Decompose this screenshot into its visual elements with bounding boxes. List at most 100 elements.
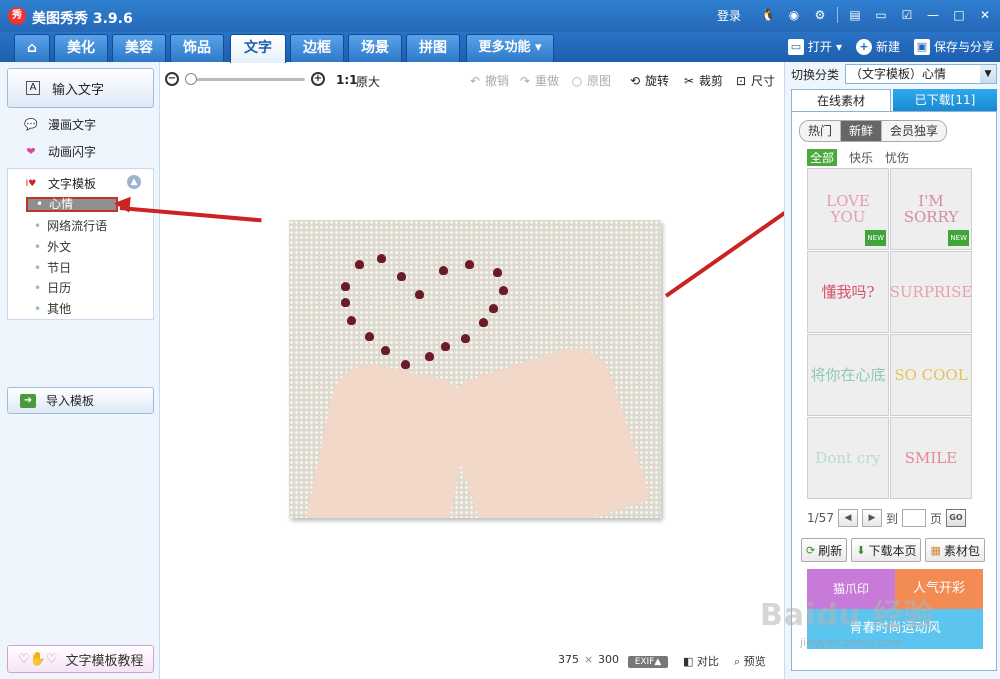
- ratio-label[interactable]: 1:1: [336, 73, 358, 87]
- preview-button[interactable]: ⌕ 预览: [734, 653, 766, 669]
- template-tile[interactable]: LOVE YOU NEW: [807, 168, 889, 250]
- prev-page-button[interactable]: ◀: [837, 509, 858, 527]
- template-item-foreign[interactable]: 外文: [34, 238, 71, 255]
- save-share-button[interactable]: ▣ 保存与分享: [913, 38, 994, 55]
- refresh-label: 刷新: [818, 543, 843, 558]
- message-icon[interactable]: ▭: [872, 6, 890, 24]
- template-tutorial-button[interactable]: ♡✋♡ 文字模板教程: [7, 645, 154, 673]
- crop-button[interactable]: ✂ 裁剪: [682, 72, 723, 89]
- weibo-icon[interactable]: ◉: [785, 6, 803, 24]
- material-actions: ⟳ 刷新 ⬇ 下载本页 ▦ 素材包: [801, 538, 985, 562]
- menu-manga-text[interactable]: 💬 漫画文字: [22, 116, 96, 133]
- chevron-down-icon: ▼: [980, 65, 996, 83]
- import-template-button[interactable]: ➜ 导入模板: [7, 387, 154, 414]
- download-icon: ⬇: [856, 543, 866, 557]
- template-item-other[interactable]: 其他: [34, 300, 71, 317]
- save-icon: ▣: [913, 38, 930, 55]
- rose-petal: [341, 298, 350, 307]
- pill-vip[interactable]: 会员独享: [882, 121, 947, 141]
- minimize-icon[interactable]: —: [924, 6, 942, 24]
- skin-icon[interactable]: ☑: [898, 6, 916, 24]
- image-canvas[interactable]: [160, 96, 784, 679]
- app-logo-icon: 秀: [8, 7, 26, 25]
- filter-happy[interactable]: 快乐: [849, 149, 873, 166]
- new-button[interactable]: + 新建: [855, 38, 900, 55]
- go-button[interactable]: GO: [945, 509, 966, 527]
- resize-button[interactable]: ⊡ 尺寸: [734, 72, 775, 89]
- open-button[interactable]: ▭ 打开 ▾: [787, 38, 842, 55]
- speech-bubble-icon: 💬: [24, 118, 38, 131]
- tab-home[interactable]: ⌂: [14, 34, 50, 62]
- refresh-icon: ⟳: [806, 543, 816, 557]
- save-share-label: 保存与分享: [933, 40, 994, 54]
- close-icon[interactable]: ✕: [976, 6, 994, 24]
- tab-downloaded[interactable]: 已下载[11]: [893, 89, 997, 111]
- template-tile[interactable]: SO COOL: [890, 334, 972, 416]
- category-select-value: （文字模板）心情: [850, 67, 947, 81]
- compare-button[interactable]: ◧ 对比: [683, 653, 719, 669]
- tab-online-material[interactable]: 在线素材: [791, 89, 891, 111]
- titlebar-controls: 登录 🐧 ◉ ⚙ ▤ ▭ ☑ — □ ✕: [717, 6, 994, 24]
- tab-beautify[interactable]: 美化: [54, 34, 108, 62]
- rose-petal: [365, 332, 374, 341]
- tile-text: 懂我吗?: [821, 283, 875, 301]
- template-tile[interactable]: I'M SORRY NEW: [890, 168, 972, 250]
- template-tile[interactable]: Dont cry: [807, 417, 889, 499]
- template-tile[interactable]: 将你在心底: [807, 334, 889, 416]
- pill-hot[interactable]: 热门: [800, 121, 842, 141]
- template-item-calendar[interactable]: 日历: [34, 279, 71, 296]
- divider: [837, 7, 838, 23]
- tab-scene[interactable]: 场景: [348, 34, 402, 62]
- template-tile[interactable]: 懂我吗?: [807, 251, 889, 333]
- zoom-in-icon[interactable]: +: [311, 72, 325, 86]
- exif-button[interactable]: EXIF▲: [628, 656, 668, 668]
- page-number-input[interactable]: [901, 509, 926, 527]
- rose-petal: [499, 286, 508, 295]
- input-text-button[interactable]: A 输入文字: [7, 68, 154, 108]
- download-page-button[interactable]: ⬇ 下载本页: [851, 538, 922, 562]
- qq-icon[interactable]: 🐧: [759, 6, 777, 24]
- edited-photo[interactable]: [289, 220, 661, 518]
- undo-button[interactable]: ↶ 撤销: [468, 72, 509, 89]
- filter-all[interactable]: 全部: [807, 149, 838, 166]
- resize-icon: ⊡: [735, 73, 747, 88]
- undo-icon: ↶: [469, 73, 481, 88]
- filter-sad[interactable]: 忧伤: [885, 149, 909, 166]
- rotate-button[interactable]: ⟲ 旋转: [628, 72, 669, 89]
- original-image-button[interactable]: ○ 原图: [570, 72, 611, 89]
- next-page-button[interactable]: ▶: [861, 509, 882, 527]
- login-link[interactable]: 登录: [717, 7, 741, 24]
- zoom-slider-handle[interactable]: [185, 73, 197, 85]
- rose-petal: [441, 342, 450, 351]
- tab-more-features[interactable]: 更多功能 ▾: [466, 34, 554, 62]
- template-item-mood[interactable]: 心情: [26, 197, 118, 212]
- tab-frame[interactable]: 边框: [290, 34, 344, 62]
- template-tile[interactable]: SURPRISE: [890, 251, 972, 333]
- settings-icon[interactable]: ⚙: [811, 6, 829, 24]
- feedback-icon[interactable]: ▤: [846, 6, 864, 24]
- redo-button[interactable]: ↷ 重做: [518, 72, 559, 89]
- rose-petal: [401, 360, 410, 369]
- import-template-label: 导入模板: [46, 394, 95, 408]
- rose-petal: [397, 272, 406, 281]
- zoom-slider[interactable]: [185, 78, 305, 81]
- text-template-header[interactable]: I♥ 文字模板: [22, 175, 96, 192]
- category-select[interactable]: （文字模板）心情 ▼: [845, 64, 997, 84]
- refresh-button[interactable]: ⟳ 刷新: [801, 538, 848, 562]
- template-item-internet-slang[interactable]: 网络流行语: [34, 217, 107, 234]
- tab-collage[interactable]: 拼图: [406, 34, 460, 62]
- template-item-holiday[interactable]: 节日: [34, 259, 71, 276]
- tab-accessories[interactable]: 饰品: [170, 34, 224, 62]
- material-pack-button[interactable]: ▦ 素材包: [925, 538, 985, 562]
- pill-new[interactable]: 新鲜: [841, 121, 883, 141]
- collapse-icon[interactable]: ▲: [127, 175, 141, 189]
- tab-text[interactable]: 文字: [230, 34, 286, 63]
- zoom-out-icon[interactable]: −: [165, 72, 179, 86]
- template-tile[interactable]: SMILE: [890, 417, 972, 499]
- tab-beauty[interactable]: 美容: [112, 34, 166, 62]
- menu-animated-text[interactable]: ❤ 动画闪字: [22, 143, 96, 160]
- original-size-button[interactable]: 原大: [356, 73, 380, 90]
- tile-text: SO COOL: [894, 366, 968, 384]
- maximize-icon[interactable]: □: [950, 6, 968, 24]
- baidu-watermark-url: jingyan.baidu.com: [800, 636, 902, 649]
